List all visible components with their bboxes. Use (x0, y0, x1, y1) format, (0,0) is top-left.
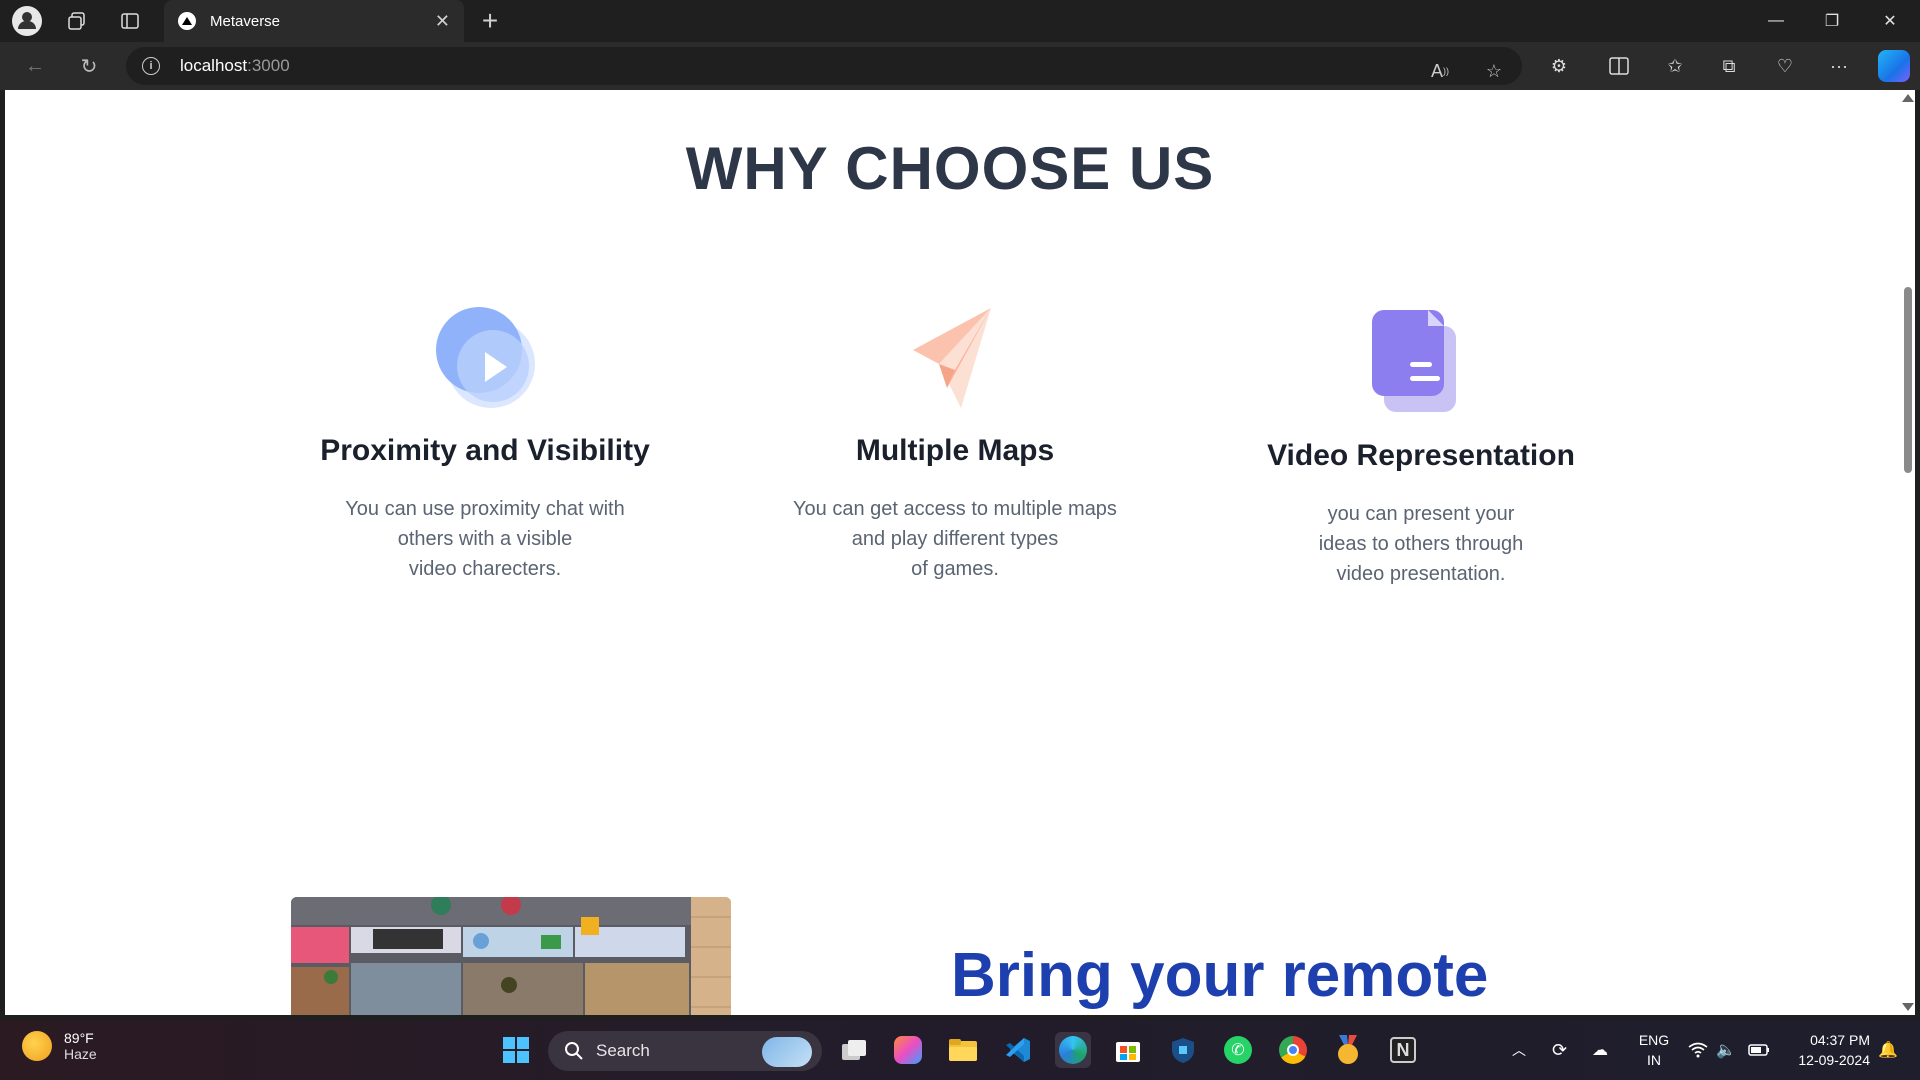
weather-temp: 89°F (64, 1030, 94, 1046)
read-aloud-icon[interactable]: A)) (1426, 57, 1454, 85)
feature-description: You can use proximity chat with others w… (345, 498, 625, 580)
notifications-bell-icon[interactable]: 🔔 (1878, 1020, 1898, 1080)
more-menu-icon[interactable]: ··· (1824, 52, 1854, 80)
tagline-heading: Bring your remote (951, 941, 1489, 1010)
file-explorer-icon[interactable] (945, 1032, 981, 1068)
paper-plane-icon (913, 308, 991, 408)
edge-browser-icon[interactable] (1055, 1032, 1091, 1068)
feature-title: Proximity and Visibility (320, 434, 650, 467)
address-host: localhost (180, 56, 248, 75)
haze-sun-icon (22, 1031, 52, 1061)
show-hidden-icons-chevron-icon[interactable]: ︿ (1512, 1020, 1526, 1080)
search-label: Search (596, 1041, 650, 1060)
copilot-icon[interactable] (1878, 50, 1910, 82)
address-bar[interactable]: i localhost:3000 A)) ☆ (126, 47, 1522, 85)
window-close-button[interactable]: ✕ (1862, 0, 1918, 42)
onedrive-cloud-icon[interactable]: ☁ (1592, 1020, 1608, 1080)
feature-card-proximity: Proximity and Visibility You can use pro… (275, 434, 695, 584)
tab-metaverse[interactable]: Metaverse ✕ (164, 0, 464, 42)
extensions-icon[interactable]: ⚙ (1544, 52, 1574, 80)
page-viewport: WHY CHOOSE US Proximity and Visibility Y… (5, 90, 1900, 1015)
back-arrow-icon[interactable]: ← (20, 52, 50, 80)
search-highlight-icon (762, 1037, 812, 1067)
favorites-icon[interactable]: ✩ (1660, 52, 1690, 80)
game-map-image (291, 897, 731, 1015)
refresh-icon[interactable]: ↻ (74, 52, 104, 80)
video-play-icon (436, 307, 535, 408)
scroll-down-arrow-icon[interactable] (1902, 1003, 1914, 1011)
language-line2: IN (1647, 1052, 1661, 1068)
workspaces-button[interactable] (62, 7, 92, 35)
site-favicon-icon (178, 12, 196, 30)
chrome-icon[interactable] (1275, 1032, 1311, 1068)
clock-time: 04:37 PM (1810, 1032, 1870, 1048)
notion-icon[interactable]: N (1385, 1032, 1421, 1068)
language-indicator[interactable]: ENG IN (1634, 1030, 1674, 1070)
feature-card-video: Video Representation you can present you… (1211, 439, 1631, 589)
address-port: :3000 (247, 56, 290, 75)
feature-card-maps: Multiple Maps You can get access to mult… (745, 434, 1165, 584)
task-view-icon[interactable] (836, 1032, 872, 1068)
system-clock[interactable]: 04:37 PM 12-09-2024 (1780, 1030, 1870, 1070)
tab-close-icon[interactable]: ✕ (435, 11, 450, 32)
start-windows-icon[interactable] (498, 1032, 534, 1068)
minimize-button[interactable]: — (1748, 0, 1804, 42)
weather-condition: Haze (64, 1046, 97, 1062)
restore-button[interactable]: ❐ (1804, 0, 1860, 42)
workspaces-icon (68, 12, 85, 30)
sync-icon[interactable]: ⟳ (1552, 1020, 1567, 1080)
tab-title: Metaverse (210, 12, 281, 30)
scrollbar-thumb[interactable] (1904, 287, 1912, 473)
weather-widget[interactable]: 89°F Haze (22, 1030, 97, 1062)
feature-title: Video Representation (1267, 439, 1575, 472)
document-icon (1372, 310, 1456, 412)
whatsapp-icon[interactable]: ✆ (1220, 1032, 1256, 1068)
profile-button[interactable] (12, 6, 42, 36)
collections-icon[interactable]: ⧉ (1714, 52, 1744, 80)
search-icon (565, 1042, 583, 1060)
language-line1: ENG (1638, 1032, 1670, 1048)
wifi-icon[interactable] (1688, 1020, 1708, 1080)
feature-title: Multiple Maps (855, 434, 1055, 467)
browser-toolbar: ← ↻ i localhost:3000 A)) ☆ ⚙ ✩ ⧉ ♡ ··· (0, 42, 1920, 90)
microsoft-store-icon[interactable] (1110, 1032, 1146, 1068)
browser-essentials-icon[interactable]: ♡ (1770, 52, 1800, 80)
vscode-icon[interactable] (1000, 1032, 1036, 1068)
clock-date: 12-09-2024 (1798, 1052, 1870, 1068)
copilot-taskbar-icon[interactable] (890, 1032, 926, 1068)
vertical-tabs-icon (121, 13, 139, 29)
feature-description: you can present your ideas to others thr… (1318, 503, 1524, 585)
windows-taskbar: 89°F Haze Search ✆ N ︿ ⟳ ☁ ENG IN 🔈 04:3… (0, 1020, 1920, 1080)
feature-description: You can get access to multiple maps and … (793, 498, 1117, 580)
browser-tab-bar: Metaverse ✕ + — ❐ ✕ (0, 0, 1920, 42)
tab-actions-button[interactable] (115, 7, 145, 35)
battery-icon[interactable] (1748, 1020, 1770, 1080)
page-scrollbar[interactable] (1900, 90, 1915, 1015)
split-screen-icon[interactable] (1604, 52, 1634, 80)
taskbar-search-box[interactable]: Search (548, 1031, 822, 1071)
scroll-up-arrow-icon[interactable] (1902, 94, 1914, 102)
security-app-icon[interactable] (1165, 1032, 1201, 1068)
section-heading: WHY CHOOSE US (685, 135, 1215, 202)
new-tab-button[interactable]: + (475, 5, 505, 36)
site-info-icon[interactable]: i (142, 57, 160, 75)
volume-icon[interactable]: 🔈 (1716, 1020, 1736, 1080)
profile-avatar-icon (12, 6, 42, 36)
medal-app-icon[interactable] (1330, 1032, 1366, 1068)
favorite-star-icon[interactable]: ☆ (1480, 57, 1508, 85)
